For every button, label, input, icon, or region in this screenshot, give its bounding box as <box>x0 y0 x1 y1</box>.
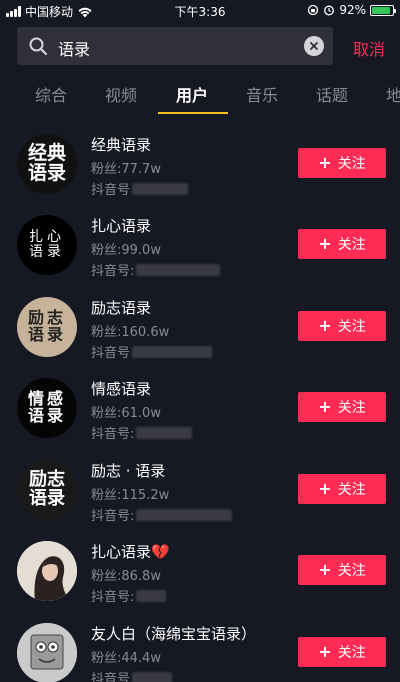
search-input[interactable]: 语录 <box>58 36 90 60</box>
list-item[interactable]: 扎心 语录 扎心语录 粉丝:99.0w 抖音号: + 关注 <box>0 205 400 287</box>
avatar-logo-text: 励志 语录 <box>27 308 66 344</box>
avatar[interactable]: 情感 语录 <box>17 378 77 438</box>
status-right: 92% <box>307 3 396 17</box>
list-item[interactable]: 励志 语录 励志语录 粉丝:160.6w 抖音号 + 关注 <box>0 287 400 369</box>
follower-count: 粉丝:86.8w <box>91 569 161 584</box>
alarm-icon <box>324 5 335 16</box>
list-item[interactable]: 经典 语录 经典语录 粉丝:77.7w 抖音号 + 关注 <box>0 124 400 206</box>
avatar[interactable]: 经典 语录 <box>17 134 77 194</box>
user-name: 励志 · 语录 <box>91 462 166 480</box>
follower-count: 粉丝:44.4w <box>91 651 161 666</box>
user-name: 扎心语录 <box>91 217 152 235</box>
battery-icon <box>370 4 396 16</box>
avatar[interactable] <box>17 623 77 682</box>
follow-button[interactable]: + 关注 <box>298 555 386 585</box>
douyin-id: 抖音号: <box>91 505 233 524</box>
follow-button[interactable]: + 关注 <box>298 229 386 259</box>
battery-percent: 92% <box>339 3 366 17</box>
portrait-photo-icon <box>17 541 77 601</box>
cancel-button[interactable]: 取消 <box>353 36 385 60</box>
avatar[interactable] <box>17 541 77 601</box>
douyin-id: 抖音号: <box>91 260 221 279</box>
search-icon <box>29 37 48 56</box>
status-left: 中国移动 <box>6 3 93 20</box>
carrier-label: 中国移动 <box>25 5 74 19</box>
avatar-logo-text: 情感 语录 <box>27 389 66 425</box>
follower-count: 粉丝:160.6w <box>91 325 170 340</box>
user-name: 友人白（海绵宝宝语录） <box>91 625 257 643</box>
spongebob-avatar-icon <box>17 623 77 682</box>
search-tabs: 综合 视频 用户 音乐 话题 地 <box>0 74 400 114</box>
douyin-id: 抖音号: <box>91 586 167 605</box>
follower-count: 粉丝:115.2w <box>91 488 170 503</box>
follower-count: 粉丝:77.7w <box>91 162 161 177</box>
follow-button[interactable]: + 关注 <box>298 474 386 504</box>
tab-videos[interactable]: 视频 <box>105 82 137 106</box>
follow-button[interactable]: + 关注 <box>298 392 386 422</box>
tab-music[interactable]: 音乐 <box>246 82 278 106</box>
avatar-logo-text: 励志 语录 <box>29 469 65 509</box>
list-item[interactable]: 友人白（海绵宝宝语录） 粉丝:44.4w 抖音号 + 关注 <box>0 613 400 682</box>
search-box[interactable]: 语录 <box>17 27 333 65</box>
user-name: 经典语录 <box>91 136 152 154</box>
douyin-id: 抖音号 <box>91 668 173 682</box>
clear-search-button[interactable] <box>304 36 324 56</box>
tab-users[interactable]: 用户 <box>176 82 208 106</box>
follower-count: 粉丝:99.0w <box>91 243 161 258</box>
user-name: 扎心语录💔 <box>91 543 170 561</box>
follow-button[interactable]: + 关注 <box>298 148 386 178</box>
close-icon <box>310 42 318 50</box>
avatar[interactable]: 励志 语录 <box>17 460 77 520</box>
douyin-id: 抖音号 <box>91 342 213 361</box>
follow-button[interactable]: + 关注 <box>298 637 386 667</box>
avatar-logo-text: 扎心 语录 <box>29 229 65 260</box>
active-tab-indicator <box>158 112 228 114</box>
cellular-signal-icon <box>6 6 21 17</box>
list-item[interactable]: 情感 语录 情感语录 粉丝:61.0w 抖音号: + 关注 <box>0 368 400 450</box>
douyin-id: 抖音号 <box>91 179 189 198</box>
follower-count: 粉丝:61.0w <box>91 406 161 421</box>
avatar[interactable]: 扎心 语录 <box>17 215 77 275</box>
wifi-icon <box>78 7 92 17</box>
tab-comprehensive[interactable]: 综合 <box>35 82 67 106</box>
follow-button[interactable]: + 关注 <box>298 311 386 341</box>
douyin-id: 抖音号: <box>91 423 193 442</box>
user-name: 励志语录 <box>91 299 152 317</box>
rotation-lock-icon <box>308 4 319 16</box>
list-item[interactable]: 扎心语录💔 粉丝:86.8w 抖音号: + 关注 <box>0 531 400 613</box>
user-name: 情感语录 <box>91 380 152 398</box>
avatar-logo-text: 经典 语录 <box>27 142 66 184</box>
list-item[interactable]: 励志 语录 励志 · 语录 粉丝:115.2w 抖音号: + 关注 <box>0 450 400 532</box>
tab-topics[interactable]: 话题 <box>316 82 348 106</box>
status-bar: 中国移动 下午3:36 92% <box>0 0 400 22</box>
avatar[interactable]: 励志 语录 <box>17 297 77 357</box>
tab-places[interactable]: 地 <box>386 82 400 106</box>
